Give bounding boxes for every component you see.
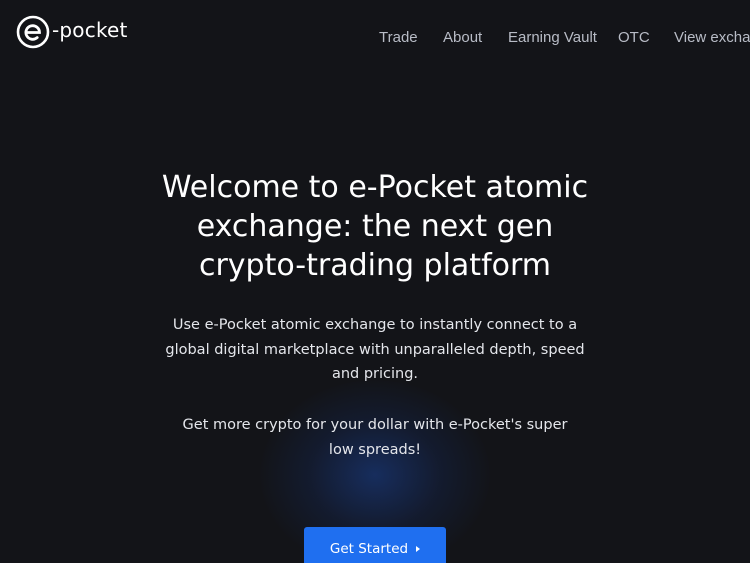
page: -pocket Trade About Earning Vault OTC Vi…: [0, 0, 750, 563]
hero-title-line: exchange: the next gen: [196, 209, 554, 244]
hero-title-line: Welcome to e-Pocket atomic: [161, 170, 589, 205]
nav-item-earning-vault[interactable]: Earning Vault: [508, 29, 597, 46]
hero-tagline-line: low spreads!: [328, 441, 422, 458]
caret-right-icon: [416, 546, 421, 552]
e-logo-icon: [16, 15, 50, 49]
site-header: -pocket Trade About Earning Vault OTC Vi…: [0, 0, 750, 70]
get-started-button[interactable]: Get Started: [304, 527, 446, 563]
hero-description: Use e-Pocket atomic exchange to instantl…: [160, 313, 590, 387]
hero-title-line: crypto-trading platform: [198, 248, 552, 283]
hero-tagline: Get more crypto for your dollar with e-P…: [170, 413, 580, 462]
brand-name: -pocket: [52, 18, 128, 42]
brand-logo[interactable]: -pocket: [16, 14, 128, 50]
get-started-label: Get Started: [329, 541, 409, 557]
hero-title: Welcome to e-Pocket atomic exchange: the…: [100, 168, 650, 285]
hero-tagline-line: Get more crypto for your dollar with e-P…: [182, 417, 568, 433]
nav-item-view-exchange[interactable]: View exchan: [674, 29, 750, 46]
hero-description-line: Use e-Pocket atomic exchange to instantl…: [172, 317, 578, 333]
nav-item-otc[interactable]: OTC: [618, 29, 650, 46]
nav-item-about[interactable]: About: [443, 29, 482, 46]
hero-description-line: global digital marketplace with unparall…: [165, 341, 585, 358]
hero-description-line: and pricing.: [331, 366, 419, 382]
nav-item-trade[interactable]: Trade: [379, 29, 418, 46]
